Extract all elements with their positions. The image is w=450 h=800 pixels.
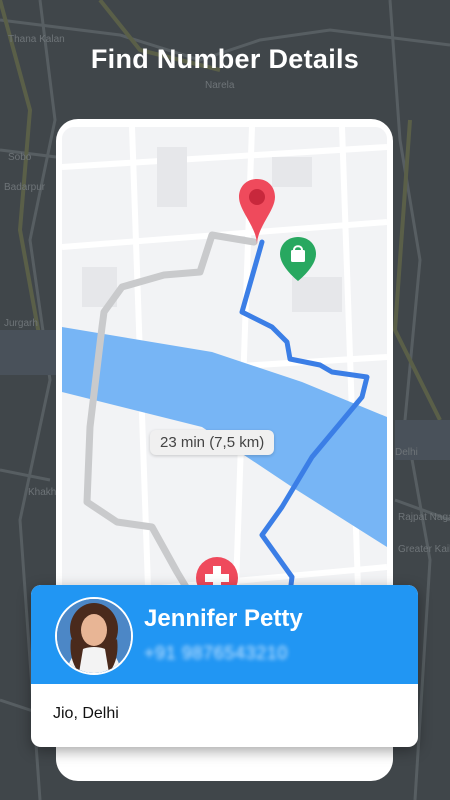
bg-place-label: Sobo — [8, 152, 32, 163]
bg-place-label: Narela — [205, 80, 235, 91]
shopping-bag-icon[interactable] — [278, 235, 318, 283]
bg-place-label: Greater Kailash — [398, 544, 450, 555]
bg-place-label: Delhi — [395, 447, 418, 458]
contact-header: Jennifer Petty +91 9876543210 — [31, 585, 418, 684]
contact-name: Jennifer Petty — [144, 605, 303, 632]
location-pin-icon[interactable] — [237, 177, 277, 247]
contact-location: Jio, Delhi — [53, 705, 119, 722]
page-title: Find Number Details — [90, 44, 360, 74]
contact-phone-number: +91 9876543210 — [144, 643, 289, 663]
bg-place-label: Badarpur — [4, 182, 46, 193]
contact-card[interactable]: Jennifer Petty +91 9876543210 Jio, Delhi — [31, 585, 418, 747]
route-duration-label: 23 min (7,5 km) — [150, 430, 275, 455]
avatar — [55, 597, 133, 675]
bg-place-label: Jurgarh — [4, 318, 38, 329]
bg-place-label: Rajpat Nagar — [398, 512, 450, 523]
